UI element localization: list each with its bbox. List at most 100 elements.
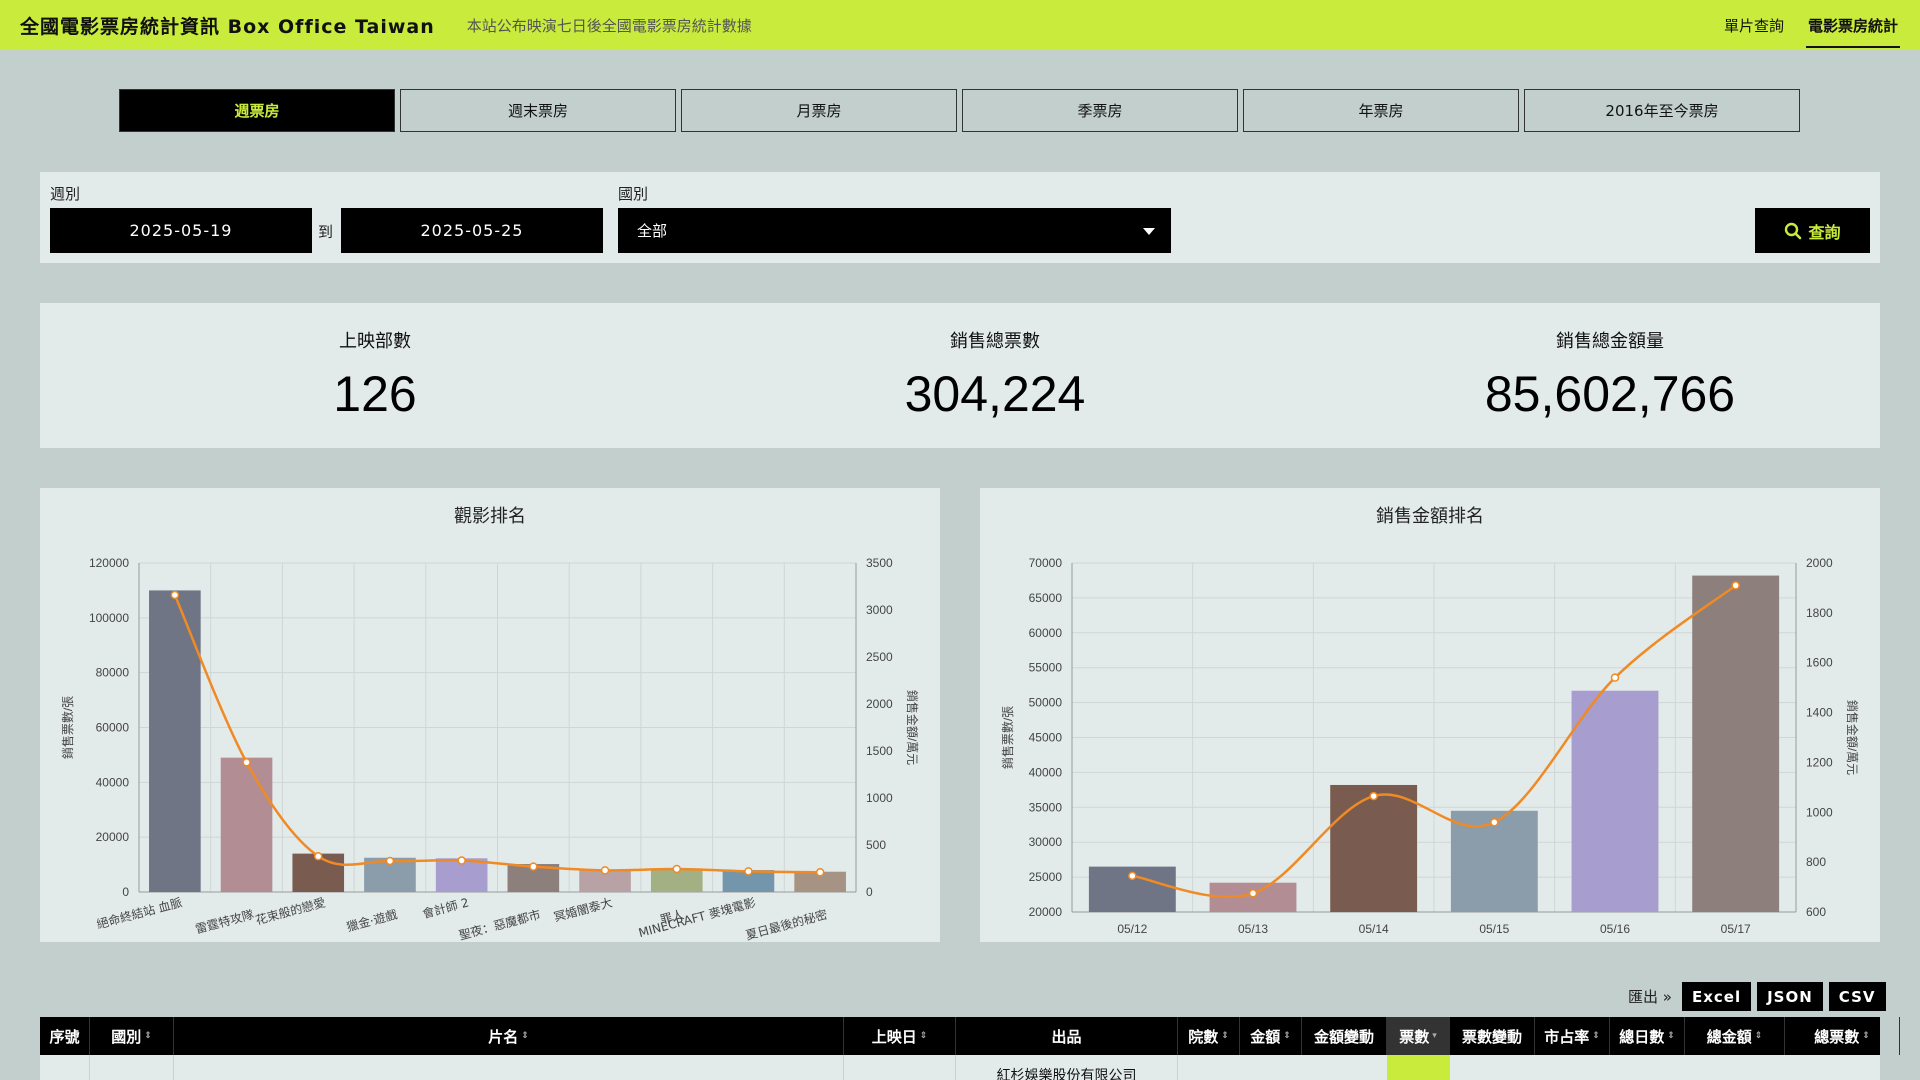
sort-icon: ⇕ xyxy=(521,1031,529,1041)
x-tick-label: 絕命終結站 血脈 xyxy=(95,894,184,931)
stat-amount: 銷售總金額量 85,602,766 xyxy=(1360,327,1860,423)
column-header[interactable]: 金額 ⇕ xyxy=(1240,1017,1302,1055)
sort-icon: ⇕ xyxy=(1283,1031,1291,1041)
search-button-label: 查詢 xyxy=(1808,222,1841,242)
y2-tick-label: 1200 xyxy=(1806,755,1833,769)
stat-movies: 上映部數 126 xyxy=(200,327,550,423)
y-tick-label: 30000 xyxy=(1029,835,1063,849)
export-csv-button[interactable]: CSV xyxy=(1828,982,1886,1011)
sort-icon: ⇕ xyxy=(1862,1031,1870,1041)
tab-weekly[interactable]: 週票房 xyxy=(119,89,395,132)
stat-movies-value: 126 xyxy=(333,366,417,422)
y2-tick-label: 1600 xyxy=(1806,656,1833,670)
line-point xyxy=(600,866,610,875)
y2-tick-label: 2500 xyxy=(866,650,893,664)
table-cell xyxy=(844,1055,956,1080)
y-tick-label: 20000 xyxy=(1029,905,1063,919)
y2-tick-label: 1500 xyxy=(866,744,893,758)
x-tick-label: 05/13 xyxy=(1238,922,1268,936)
line-point xyxy=(529,862,538,871)
tab-monthly[interactable]: 月票房 xyxy=(681,89,957,132)
stat-amount-value: 85,602,766 xyxy=(1484,366,1736,422)
x-tick-label: 05/14 xyxy=(1359,922,1389,936)
column-header[interactable]: 總金額 ⇕ xyxy=(1685,1017,1785,1055)
y2-tick-label: 2000 xyxy=(1806,556,1833,570)
box-office-table: 序號 國別 ⇕ 片名 ⇕ 上映日 ⇕ 出品 院數 ⇕ 金額 ⇕ 金額變動 票數 ▾ 票數變動 市占率 ⇕ 總日數 ⇕ 總… xyxy=(40,1017,1900,1080)
top-header: 全國電影票房統計資訊 Box Office Taiwan 本站公布映演七日後全國… xyxy=(0,0,1920,50)
y-tick-label: 35000 xyxy=(1029,800,1063,814)
line-point xyxy=(385,856,395,866)
y2-axis-title: 銷售金額/萬元 xyxy=(1845,700,1860,775)
to-label: 到 xyxy=(318,223,334,241)
y2-tick-label: 1000 xyxy=(1806,805,1833,819)
column-header[interactable]: 票數變動 xyxy=(1450,1017,1535,1055)
site-title[interactable]: 全國電影票房統計資訊 Box Office Taiwan xyxy=(20,12,435,39)
column-header[interactable]: 金額變動 xyxy=(1302,1017,1387,1055)
publisher-cell: 紅杉娛樂股份有限公司 xyxy=(956,1055,1178,1080)
tab-since-2016[interactable]: 2016年至今票房 xyxy=(1524,89,1800,132)
column-header-label: 總金額 xyxy=(1706,1027,1752,1046)
line-point xyxy=(1490,818,1499,827)
tab-weekend[interactable]: 週末票房 xyxy=(400,89,676,132)
column-header[interactable]: 出品 xyxy=(956,1017,1178,1055)
site-tagline: 本站公布映演七日後全國電影票房統計數據 xyxy=(466,16,752,35)
bar xyxy=(1692,575,1780,912)
column-header[interactable]: 總日數 ⇕ xyxy=(1610,1017,1685,1055)
column-header[interactable]: 上映日 ⇕ xyxy=(844,1017,956,1055)
line-point xyxy=(457,856,466,865)
country-select[interactable]: 全部 xyxy=(618,208,1171,253)
highlighted-cell xyxy=(1387,1055,1450,1080)
column-header-label: 上映日 xyxy=(871,1027,917,1046)
column-header-label: 市占率 xyxy=(1544,1027,1590,1046)
y-tick-label: 25000 xyxy=(1029,870,1063,884)
x-tick-label: 05/15 xyxy=(1479,922,1509,936)
column-header[interactable]: 票數 ▾ xyxy=(1387,1017,1450,1055)
y-tick-label: 55000 xyxy=(1029,661,1063,675)
export-excel-button[interactable]: Excel xyxy=(1681,982,1752,1011)
column-header[interactable]: 國別 ⇕ xyxy=(90,1017,174,1055)
end-date-input[interactable]: 2025-05-25 xyxy=(341,208,603,253)
x-tick-label: 冥婚闇泰大 xyxy=(552,895,614,924)
tab-quarterly[interactable]: 季票房 xyxy=(962,89,1238,132)
chart-svg: 70000 65000 60000 55000 50000 45000 40000 35000… xyxy=(1000,556,1860,936)
column-header-label: 出品 xyxy=(1051,1027,1082,1046)
column-header-label: 票數變動 xyxy=(1461,1027,1522,1046)
sort-icon: ⇕ xyxy=(919,1031,928,1041)
y-axis-title: 銷售票數/張 xyxy=(1000,706,1015,769)
y-tick-label: 20000 xyxy=(96,830,130,844)
bar xyxy=(220,757,273,892)
bar xyxy=(1330,784,1418,912)
column-header[interactable]: 序號 xyxy=(40,1017,90,1055)
column-header[interactable]: 院數 ⇕ xyxy=(1178,1017,1240,1055)
y2-tick-label: 1800 xyxy=(1806,606,1833,620)
column-header-label: 片名 xyxy=(488,1027,519,1046)
stat-tickets-value: 304,224 xyxy=(904,366,1086,422)
tab-yearly[interactable]: 年票房 xyxy=(1243,89,1519,132)
audience-ranking-chart: 觀影排名 120000 100000 80000 60000 40000 20000 0 35… xyxy=(40,488,940,942)
y2-tick-label: 3000 xyxy=(866,603,893,617)
search-button[interactable]: 查詢 xyxy=(1755,208,1870,253)
start-date-input[interactable]: 2025-05-19 xyxy=(50,208,312,253)
column-header-label: 金額 xyxy=(1250,1027,1281,1046)
line-point xyxy=(815,868,825,877)
sort-icon: ▾ xyxy=(1432,1031,1437,1041)
stat-amount-label: 銷售總金額量 xyxy=(1556,331,1664,352)
line-point xyxy=(170,590,180,600)
country-label: 國別 xyxy=(618,185,649,203)
y-tick-label: 80000 xyxy=(96,666,130,680)
export-json-button[interactable]: JSON xyxy=(1757,982,1823,1011)
x-tick-label: 花束般的戀愛 xyxy=(254,894,327,927)
column-header[interactable]: 總票數 ⇕ xyxy=(1785,1017,1900,1055)
column-header[interactable]: 片名 ⇕ xyxy=(174,1017,844,1055)
y2-tick-label: 600 xyxy=(1806,905,1826,919)
line-point xyxy=(1248,889,1258,898)
table-cell xyxy=(40,1055,90,1080)
nav-box-office-stats[interactable]: 電影票房統計 xyxy=(1805,0,1901,50)
nav-single-movie[interactable]: 單片查詢 xyxy=(1722,0,1786,50)
export-bar: 匯出 » Excel JSON CSV xyxy=(1628,982,1886,1011)
column-header[interactable]: 市占率 ⇕ xyxy=(1535,1017,1610,1055)
country-select-value: 全部 xyxy=(637,222,668,240)
y2-tick-label: 0 xyxy=(866,885,873,899)
column-header-label: 票數 xyxy=(1399,1027,1430,1046)
line-point xyxy=(1731,581,1740,590)
